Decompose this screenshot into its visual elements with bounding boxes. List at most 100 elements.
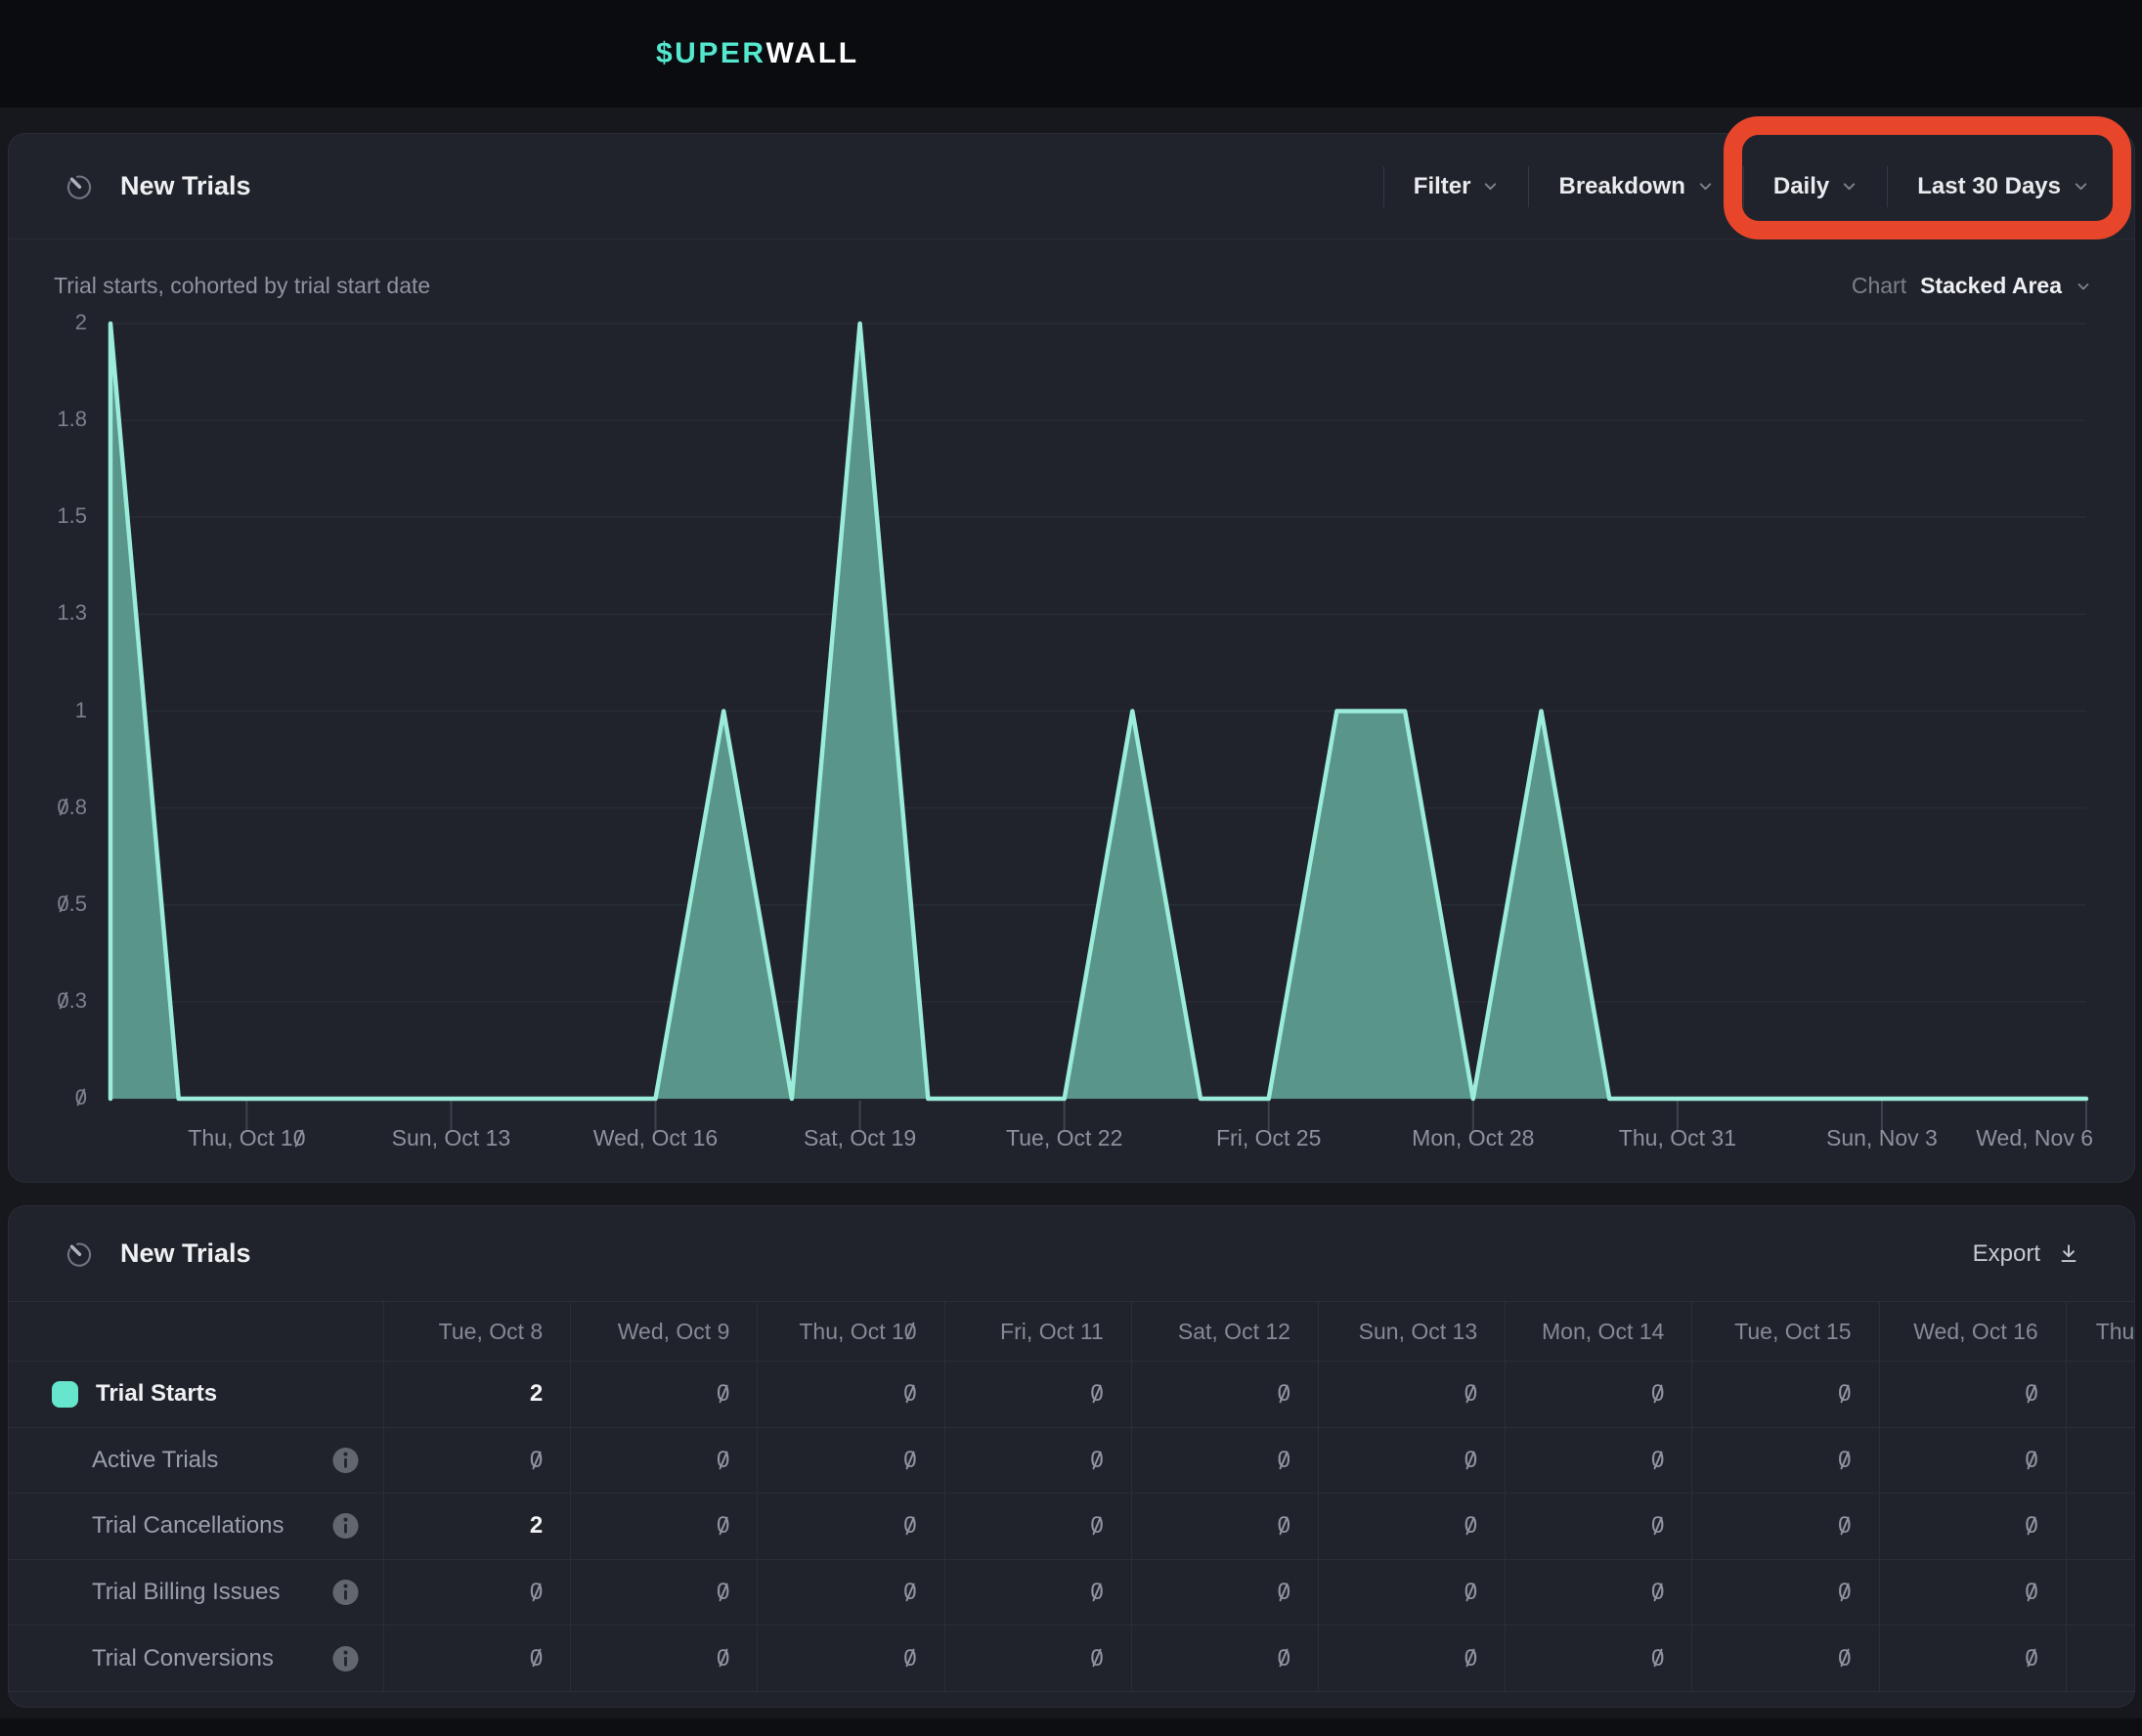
table-cell: 0 <box>383 1428 570 1495</box>
table-cell: 0 <box>1879 1626 2066 1692</box>
table-cell: 0 <box>1131 1362 1318 1428</box>
y-axis-label: 0.3 <box>9 988 87 1014</box>
table-cell: 0 <box>383 1626 570 1692</box>
chevron-down-icon <box>1697 178 1714 195</box>
table-cell: 0 <box>1131 1494 1318 1560</box>
chart-type-value: Stacked Area <box>1920 273 2062 299</box>
info-icon[interactable] <box>331 1512 360 1541</box>
column-header: Tue, Oct 8 <box>383 1301 570 1362</box>
table-cell: 0 <box>944 1626 1131 1692</box>
superwall-logo[interactable]: $UPERWALL <box>656 0 859 108</box>
timer-icon <box>64 1238 95 1270</box>
table-cell: 0 <box>1505 1362 1691 1428</box>
table-cell: 0 <box>757 1560 943 1627</box>
info-icon[interactable] <box>331 1644 360 1672</box>
table-panel-header: New Trials Export <box>9 1206 2134 1301</box>
logo-text-teal: $UPER <box>656 37 766 70</box>
table-cell: 0 <box>1691 1362 1878 1428</box>
chart-subtitle: Trial starts, cohorted by trial start da… <box>54 273 430 299</box>
table-title: New Trials <box>120 1238 251 1269</box>
row-label-active-trials: Active Trials <box>9 1428 383 1495</box>
column-header: Thu, Oct 10 <box>757 1301 943 1362</box>
table-cell: 0 <box>1879 1362 2066 1428</box>
table-cell: 0 <box>1505 1494 1691 1560</box>
date-range-dropdown[interactable]: Last 30 Days <box>1887 166 2119 207</box>
column-header: Sat, Oct 12 <box>1131 1301 1318 1362</box>
table-cell: 2 <box>383 1362 570 1428</box>
date-range-dropdown-label: Last 30 Days <box>1917 173 2061 200</box>
download-icon <box>2056 1241 2081 1267</box>
column-header: Wed, Oct 9 <box>570 1301 757 1362</box>
table-cell: 0 <box>757 1362 943 1428</box>
breakdown-dropdown[interactable]: Breakdown <box>1528 166 1742 207</box>
row-label-trial-cancellations: Trial Cancellations <box>9 1494 383 1560</box>
x-axis-label: Sat, Oct 19 <box>804 1125 916 1151</box>
timer-icon <box>64 171 95 202</box>
filter-dropdown[interactable]: Filter <box>1383 166 1529 207</box>
column-header: Tue, Oct 15 <box>1691 1301 1878 1362</box>
column-header: Mon, Oct 14 <box>1505 1301 1691 1362</box>
x-axis-label: Thu, Oct 10 <box>188 1125 305 1151</box>
row-label-trial-starts: Trial Starts <box>9 1362 383 1428</box>
y-axis-label: 0.5 <box>9 891 87 917</box>
logo-text-white: WALL <box>766 37 859 70</box>
info-icon[interactable] <box>331 1446 360 1474</box>
table-cell: 0 <box>570 1560 757 1627</box>
chart-type-selector[interactable]: Chart Stacked Area <box>1852 273 2091 299</box>
table-cell: 0 <box>1691 1494 1878 1560</box>
export-button[interactable]: Export <box>1973 1240 2081 1268</box>
x-axis-label: Fri, Oct 25 <box>1216 1125 1321 1151</box>
x-axis-label: Wed, Oct 16 <box>593 1125 718 1151</box>
x-axis-label: Tue, Oct 22 <box>1006 1125 1122 1151</box>
table-cell: 0 <box>1505 1626 1691 1692</box>
granularity-dropdown-label: Daily <box>1773 173 1829 200</box>
table-cell: 0 <box>1505 1428 1691 1495</box>
column-header: Wed, Oct 16 <box>1879 1301 2066 1362</box>
granularity-dropdown[interactable]: Daily <box>1743 166 1887 207</box>
breakdown-dropdown-label: Breakdown <box>1558 173 1684 200</box>
bottom-strip <box>0 1718 2142 1736</box>
table-cell <box>2066 1428 2134 1495</box>
table-cell: 0 <box>757 1494 943 1560</box>
chart-type-label: Chart <box>1852 273 1906 299</box>
row-label-text: Trial Billing Issues <box>92 1579 281 1606</box>
row-label-trial-billing-issues: Trial Billing Issues <box>9 1560 383 1627</box>
table-cell: 0 <box>383 1560 570 1627</box>
table-cell: 0 <box>944 1362 1131 1428</box>
x-axis-label: Sun, Oct 13 <box>392 1125 510 1151</box>
export-button-label: Export <box>1973 1240 2040 1268</box>
table-cell: 0 <box>1879 1494 2066 1560</box>
row-label-text: Active Trials <box>92 1447 218 1474</box>
table-cell: 0 <box>944 1560 1131 1627</box>
y-axis-label: 1 <box>9 698 87 723</box>
table-cell: 0 <box>570 1626 757 1692</box>
series-swatch <box>52 1381 78 1408</box>
table-cell <box>2066 1626 2134 1692</box>
row-label-text: Trial Starts <box>96 1380 217 1408</box>
info-icon[interactable] <box>331 1579 360 1607</box>
table-cell: 0 <box>757 1428 943 1495</box>
chevron-down-icon <box>1841 178 1858 195</box>
x-axis-label: Thu, Oct 31 <box>1619 1125 1736 1151</box>
table-cell: 0 <box>1318 1428 1505 1495</box>
chevron-down-icon <box>2073 178 2089 195</box>
row-label-text: Trial Cancellations <box>92 1512 284 1540</box>
table-cell: 0 <box>1879 1428 2066 1495</box>
y-axis-label: 2 <box>9 310 87 335</box>
x-axis-label: Mon, Oct 28 <box>1412 1125 1534 1151</box>
y-axis-label: 1.8 <box>9 407 87 432</box>
table-corner-cell <box>9 1301 383 1362</box>
top-bar: $UPERWALL <box>0 0 2142 108</box>
page-title: New Trials <box>120 171 251 201</box>
table-cell: 0 <box>944 1494 1131 1560</box>
table-cell: 0 <box>1131 1560 1318 1627</box>
table-cell: 0 <box>1318 1494 1505 1560</box>
row-label-trial-conversions: Trial Conversions <box>9 1626 383 1692</box>
chart-subtitle-row: Trial starts, cohorted by trial start da… <box>9 239 2134 299</box>
table-cell: 0 <box>1691 1560 1878 1627</box>
table-cell: 0 <box>1505 1560 1691 1627</box>
column-header: Thu, O <box>2066 1301 2134 1362</box>
table-cell: 0 <box>570 1362 757 1428</box>
chevron-down-icon <box>1482 178 1499 195</box>
chart-panel-header: New Trials Filter Breakdown Daily Last 3… <box>9 134 2134 239</box>
